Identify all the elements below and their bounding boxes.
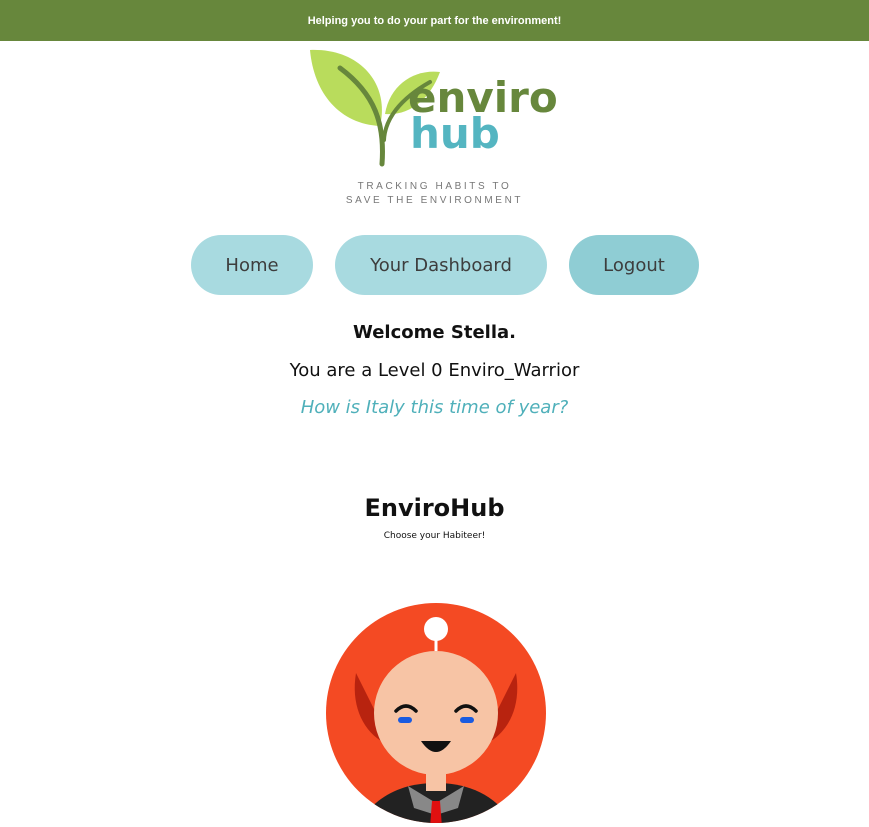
habiteer-section-title: EnviroHub <box>364 494 505 522</box>
habiteer-section-subtitle: Choose your Habiteer! <box>383 531 486 541</box>
top-banner: Helping you to do your part for the envi… <box>0 0 869 41</box>
level-status: You are a Level 0 Enviro_Warrior <box>289 360 580 381</box>
main-nav: Home Your Dashboard Logout <box>0 235 869 295</box>
habiteer-avatar-icon[interactable] <box>326 603 546 827</box>
logo-tagline-line2: SAVE THE ENVIRONMENT <box>345 195 524 206</box>
banner-text: Helping you to do your part for the envi… <box>307 14 562 27</box>
home-button[interactable]: Home <box>191 235 313 295</box>
travel-question: How is Italy this time of year? <box>300 397 569 418</box>
logout-button[interactable]: Logout <box>569 235 699 295</box>
dashboard-button[interactable]: Your Dashboard <box>335 235 547 295</box>
logo-word-hub: hub <box>410 109 500 158</box>
large-leaf-icon <box>310 49 382 127</box>
logo-tagline-line1: TRACKING HABITS TO <box>357 181 512 192</box>
welcome-message: Welcome Stella. <box>353 322 516 343</box>
